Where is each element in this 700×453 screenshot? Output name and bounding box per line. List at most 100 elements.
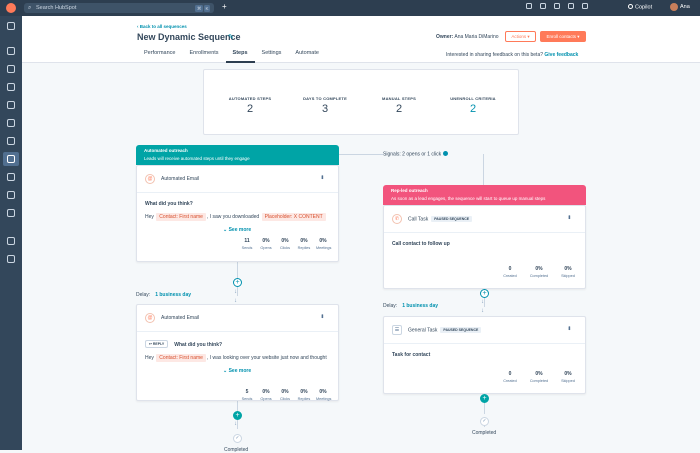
email-icon: @	[145, 174, 155, 184]
reply-badge: ↩ REPLY	[145, 340, 169, 348]
back-to-sequences-link[interactable]: ‹ Back to all sequences	[137, 24, 187, 29]
apps-icon[interactable]	[7, 255, 15, 263]
settings-gear-icon[interactable]	[568, 3, 574, 9]
see-more-link[interactable]: ⌄ See more	[145, 227, 330, 233]
keyboard-shortcut-hint: ⌘ K	[194, 4, 210, 12]
see-more-link[interactable]: ⌄ See more	[145, 368, 330, 374]
phone-icon[interactable]	[526, 3, 532, 9]
more-options-icon[interactable]: •••	[318, 314, 324, 317]
banner-title: Rep-led outreach	[391, 188, 428, 193]
metric-label: Sends	[241, 397, 253, 401]
add-step-button[interactable]: +	[480, 289, 489, 298]
more-options-icon[interactable]: •••	[565, 215, 571, 218]
step-type: Automated Email	[161, 315, 200, 321]
edit-pencil-icon[interactable]: ✎	[228, 33, 234, 41]
marketplace-icon[interactable]	[540, 3, 546, 9]
metric-clicks: 0% Clicks	[278, 389, 292, 401]
call-task-step[interactable]: ✆ Call Task PAUSED SEQUENCE ••• Call cont…	[383, 205, 586, 289]
metric-value: 0%	[319, 238, 327, 244]
metric-value: 0%	[535, 371, 543, 377]
signals-connector-down	[483, 154, 484, 185]
stat-value: 2	[246, 103, 254, 115]
search-input[interactable]: ⌕ Search HubSpot ⌘ K	[24, 3, 214, 13]
banner-title: Automated outreach	[144, 148, 188, 153]
metric-label: Skipped	[561, 379, 575, 383]
reporting-icon[interactable]	[7, 173, 15, 181]
delay-value-link[interactable]: 1 business day	[402, 303, 438, 309]
tab-enrollments[interactable]: Enrollments	[183, 50, 226, 63]
signals-connector	[339, 154, 383, 155]
contacts-icon[interactable]	[7, 65, 15, 73]
give-feedback-link[interactable]: Give feedback	[544, 52, 578, 58]
enroll-label: Enroll contacts	[546, 34, 576, 39]
signals-label: Signals: 2 opens or 1 click	[383, 151, 449, 158]
add-step-button[interactable]: +	[233, 411, 242, 420]
hubspot-logo-icon[interactable]	[6, 3, 16, 13]
library-icon[interactable]	[7, 209, 15, 217]
owner-name[interactable]: Ana Maria DiMarino	[454, 34, 498, 40]
main-content: ‹ Back to all sequences New Dynamic Sequ…	[22, 16, 700, 453]
feedback-text: Interested in sharing feedback on this b…	[446, 52, 544, 58]
tab-settings[interactable]: Settings	[255, 50, 289, 63]
bookmarks-icon[interactable]	[7, 22, 15, 30]
metric-label: Clicks	[279, 246, 291, 250]
general-task-step[interactable]: ☰ General Task PAUSED SEQUENCE ••• Task f…	[383, 316, 586, 394]
automated-email-step-1[interactable]: @ Automated Email ••• What did you think…	[136, 165, 339, 262]
enroll-contacts-button[interactable]: Enroll contacts ▾	[540, 31, 586, 42]
tab-performance[interactable]: Performance	[137, 50, 183, 63]
metric-value: 11	[244, 238, 250, 244]
task-metrics: 0 Created 0% Completed 0% Skipped	[501, 371, 577, 383]
avatar	[670, 3, 678, 11]
email-text: Hey	[145, 355, 154, 361]
step-header: ☰ General Task PAUSED SEQUENCE •••	[384, 317, 585, 344]
banner-subtitle: Leads will receive automated steps until…	[144, 156, 250, 161]
completed-check-icon: ✓	[233, 434, 242, 443]
copilot-button[interactable]: Copilot	[628, 4, 652, 11]
email-text: , I was looking over your website just n…	[206, 355, 327, 361]
owner-label: Owner:	[436, 34, 454, 40]
copilot-icon	[628, 4, 633, 9]
metric-meetings: 0% Meetings	[316, 238, 331, 250]
delay-value-link[interactable]: 1 business day	[155, 292, 191, 298]
metric-label: Completed	[529, 379, 549, 383]
automated-email-step-2[interactable]: @ Automated Email ••• ↩ REPLY What did yo…	[136, 304, 339, 401]
metric-value: 0%	[319, 389, 327, 395]
paused-sequence-badge: PAUSED SEQUENCE	[440, 327, 482, 333]
page-title: New Dynamic Sequence	[137, 32, 241, 42]
help-icon[interactable]	[554, 3, 560, 9]
task-title: Task for contact	[392, 352, 431, 358]
more-options-icon[interactable]: •••	[565, 326, 571, 329]
data-management-icon[interactable]	[7, 191, 15, 199]
metric-label: Opens	[260, 246, 272, 250]
metric-value: 0	[508, 371, 512, 377]
metric-created: 0 Created	[501, 371, 519, 383]
tab-automate[interactable]: Automate	[288, 50, 326, 63]
step-type-row: Call Task PAUSED SEQUENCE	[408, 216, 473, 223]
stat-days-to-complete: DAYS TO COMPLETE 3	[295, 96, 355, 115]
paused-sequence-badge: PAUSED SEQUENCE	[431, 216, 473, 222]
metric-value: 0%	[262, 238, 270, 244]
metric-label: Opens	[260, 397, 272, 401]
workspaces-icon[interactable]	[7, 47, 15, 55]
tab-steps[interactable]: Steps	[225, 50, 255, 63]
add-step-button[interactable]: +	[480, 394, 489, 403]
info-icon[interactable]	[443, 151, 449, 156]
email-subject: What did you think?	[145, 201, 193, 207]
more-options-icon[interactable]: •••	[318, 175, 324, 178]
expand-icon[interactable]	[7, 237, 15, 245]
commerce-icon[interactable]	[7, 137, 15, 145]
sales-icon[interactable]	[7, 119, 15, 127]
metric-label: Skipped	[561, 274, 575, 278]
create-plus-icon[interactable]: +	[222, 2, 227, 11]
stat-value-link[interactable]: 2	[443, 103, 503, 115]
top-navigation-bar: ⌕ Search HubSpot ⌘ K + Copilot Ana	[0, 0, 700, 16]
user-menu[interactable]: Ana	[670, 3, 690, 11]
marketing-icon[interactable]	[7, 83, 15, 91]
actions-dropdown-button[interactable]: Actions ▾	[505, 31, 536, 42]
automation-icon[interactable]	[7, 155, 15, 163]
metric-label: Completed	[529, 274, 549, 278]
notifications-bell-icon[interactable]	[582, 3, 588, 9]
search-icon: ⌕	[28, 5, 32, 11]
add-step-button[interactable]: +	[233, 278, 242, 287]
content-icon[interactable]	[7, 101, 15, 109]
